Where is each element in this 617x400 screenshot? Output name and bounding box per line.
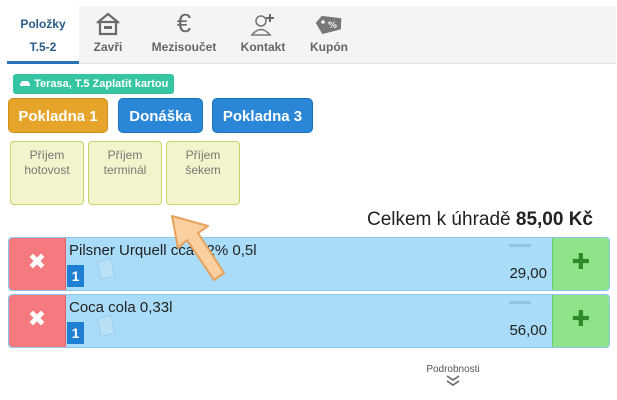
tab-close[interactable]: Zavři xyxy=(83,6,133,64)
tab-items-label: Položky xyxy=(20,17,66,31)
minus-hint-icon xyxy=(509,301,531,304)
person-add-icon xyxy=(250,12,276,39)
house-icon xyxy=(95,12,121,39)
tab-coupon-label: Kupón xyxy=(310,40,348,54)
minus-hint-icon xyxy=(509,244,531,247)
svg-text:%: % xyxy=(328,21,337,31)
tab-subtotal[interactable]: € Mezisoučet xyxy=(143,6,225,64)
table-tag-label: Terasa, T.5 Zaplatit kartou xyxy=(34,78,169,90)
payment-cash-button[interactable]: Příjem hotovost xyxy=(10,141,84,205)
coupon-tag-icon: % xyxy=(313,12,345,39)
add-item-button[interactable]: ✚ xyxy=(552,295,609,347)
euro-icon: € xyxy=(176,8,192,38)
payment-cash-line1: Příjem xyxy=(29,148,65,162)
plus-icon: ✚ xyxy=(571,306,591,331)
note-icon xyxy=(96,258,117,285)
payment-terminal-line1: Příjem xyxy=(107,148,143,162)
item-quantity[interactable]: 1 xyxy=(67,322,84,344)
item-price: 56,00 xyxy=(509,322,547,339)
x-icon: ✖ xyxy=(27,306,47,331)
payment-cheque-line2: šekem xyxy=(185,163,221,177)
pointer-arrow-icon xyxy=(168,212,230,291)
item-quantity[interactable]: 1 xyxy=(67,265,84,287)
delete-item-button[interactable]: ✖ xyxy=(9,238,66,290)
item-price: 29,00 xyxy=(509,265,547,282)
tab-subtotal-label: Mezisoučet xyxy=(151,40,217,54)
top-tab-bar: Položky T.5-2 Zavři € Mezisoučet Kontakt… xyxy=(7,6,616,64)
tab-contact[interactable]: Kontakt xyxy=(235,6,291,64)
details-toggle[interactable]: Podrobnosti xyxy=(410,364,496,390)
payment-terminal-line2: terminál xyxy=(103,163,147,177)
tab-items[interactable]: Položky T.5-2 xyxy=(7,6,79,64)
item-name: Coca cola 0,33l xyxy=(69,299,173,316)
delete-item-button[interactable]: ✖ xyxy=(9,295,66,347)
payment-cheque-line1: Příjem xyxy=(185,148,221,162)
register-3-button[interactable]: Pokladna 3 xyxy=(212,98,313,133)
note-icon xyxy=(96,315,117,342)
total-label: Celkem k úhradě xyxy=(366,209,511,230)
total-to-pay: Celkem k úhradě 85,00 Kč xyxy=(367,209,593,231)
payment-terminal-button[interactable]: Příjem terminál xyxy=(88,141,162,205)
tab-items-table: T.5-2 xyxy=(29,40,57,54)
delivery-button[interactable]: Donáška xyxy=(118,98,203,133)
car-icon xyxy=(19,78,34,90)
double-chevron-down-icon xyxy=(410,375,496,390)
total-amount: 85,00 Kč xyxy=(515,209,593,230)
order-item-row[interactable]: ✖ Coca cola 0,33l 1 56,00 ✚ xyxy=(8,294,610,348)
payment-cash-line2: hotovost xyxy=(24,163,70,177)
tab-contact-label: Kontakt xyxy=(240,40,286,54)
payment-cheque-button[interactable]: Příjem šekem xyxy=(166,141,240,205)
add-item-button[interactable]: ✚ xyxy=(552,238,609,290)
plus-icon: ✚ xyxy=(571,249,591,274)
tab-close-label: Zavři xyxy=(93,40,123,54)
order-item-row[interactable]: ✖ Pilsner Urquell cca 12% 0,5l 1 29,00 ✚ xyxy=(8,237,610,291)
x-icon: ✖ xyxy=(27,249,47,274)
details-label: Podrobnosti xyxy=(426,364,480,375)
register-1-button[interactable]: Pokladna 1 xyxy=(8,98,108,133)
table-tag[interactable]: Terasa, T.5 Zaplatit kartou xyxy=(13,74,175,94)
tab-coupon[interactable]: % Kupón xyxy=(303,6,355,64)
